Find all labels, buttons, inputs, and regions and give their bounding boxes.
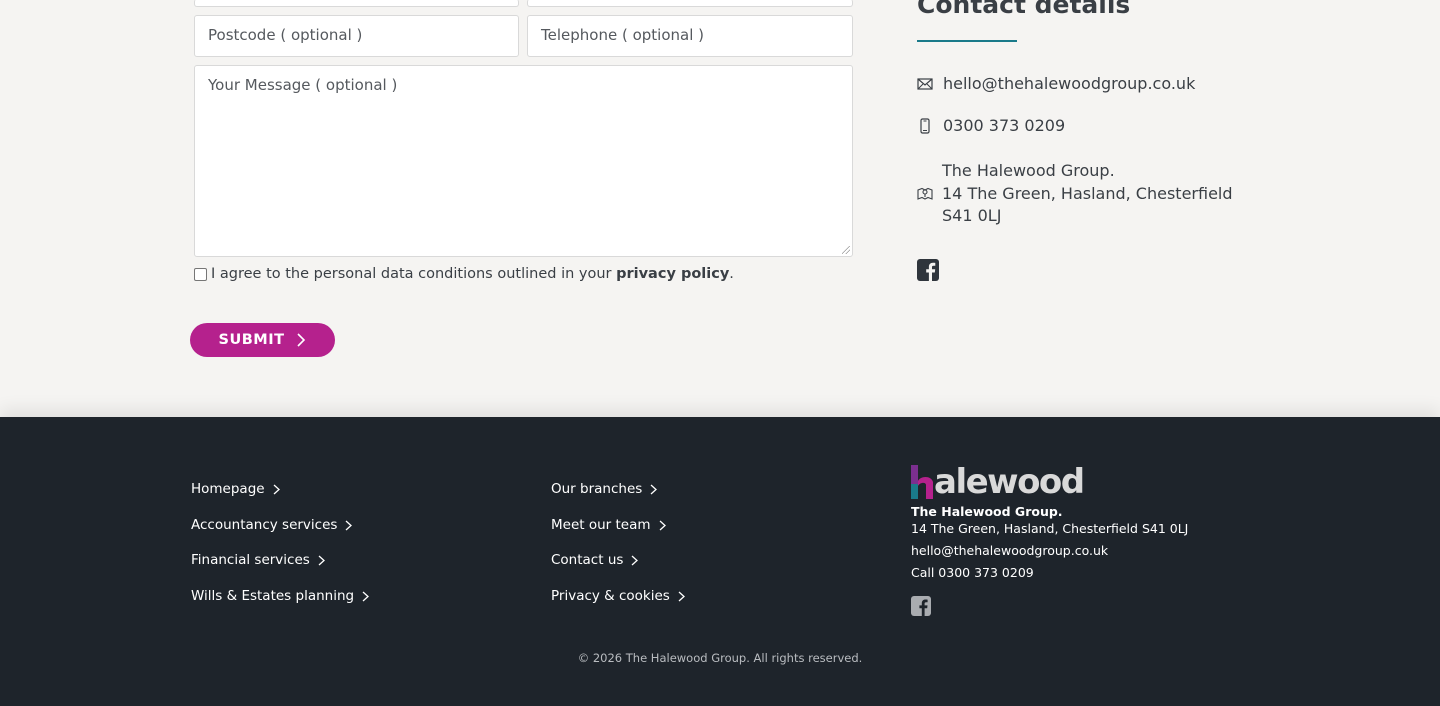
footer-link-homepage[interactable]: Homepage bbox=[191, 481, 280, 497]
footer-link-team[interactable]: Meet our team bbox=[551, 517, 666, 533]
address-line-2: 14 The Green, Hasland, Chesterfield bbox=[942, 183, 1233, 203]
submit-label: SUBMIT bbox=[218, 332, 285, 348]
chevron-right-icon bbox=[297, 333, 306, 347]
message-placeholder: Your Message ( optional ) bbox=[208, 76, 398, 94]
chevron-right-icon bbox=[362, 591, 370, 601]
chevron-right-icon bbox=[273, 484, 280, 494]
mobile-phone-icon bbox=[917, 117, 933, 134]
chevron-right-icon bbox=[678, 591, 685, 601]
footer-link-accountancy[interactable]: Accountancy services bbox=[191, 517, 353, 533]
footer-link-wills[interactable]: Wills & Estates planning bbox=[191, 588, 370, 604]
footer-email[interactable]: hello@thehalewoodgroup.co.uk bbox=[911, 543, 1108, 558]
chevron-right-icon bbox=[631, 555, 639, 565]
postcode-placeholder: Postcode ( optional ) bbox=[208, 26, 363, 44]
footer-link-financial[interactable]: Financial services bbox=[191, 552, 325, 568]
consent-text: I agree to the personal data conditions … bbox=[211, 266, 734, 282]
contact-form-section: Postcode ( optional ) Telephone ( option… bbox=[0, 0, 1440, 417]
contact-address: The Halewood Group. 14 The Green, Haslan… bbox=[942, 160, 1233, 228]
consent-row: I agree to the personal data conditions … bbox=[194, 266, 734, 282]
heading-underline bbox=[917, 40, 1017, 42]
consent-checkbox[interactable] bbox=[194, 267, 207, 281]
first-name-field-stub[interactable] bbox=[194, 0, 519, 7]
contact-email[interactable]: hello@thehalewoodgroup.co.uk bbox=[943, 74, 1195, 93]
facebook-square-icon[interactable] bbox=[917, 259, 939, 281]
footer-address: 14 The Green, Hasland, Chesterfield S41 … bbox=[911, 521, 1189, 536]
contact-email-row[interactable]: hello@thehalewoodgroup.co.uk bbox=[917, 74, 1195, 93]
footer-link-branches[interactable]: Our branches bbox=[551, 481, 658, 497]
envelope-icon bbox=[917, 76, 933, 92]
footer-phone[interactable]: Call 0300 373 0209 bbox=[911, 565, 1034, 580]
contact-details-heading: Contact details bbox=[917, 0, 1131, 19]
logo-wordmark: alewood bbox=[934, 462, 1085, 502]
footer-company-name: The Halewood Group. bbox=[911, 504, 1063, 519]
contact-phone-row[interactable]: 0300 373 0209 bbox=[917, 116, 1065, 135]
chevron-right-icon bbox=[650, 484, 658, 494]
map-location-icon bbox=[917, 187, 933, 200]
address-line-3: S41 0LJ bbox=[942, 206, 1002, 225]
footer-copyright: © 2026 The Halewood Group. All rights re… bbox=[577, 651, 863, 665]
submit-button[interactable]: SUBMIT bbox=[190, 323, 335, 357]
message-textarea[interactable]: Your Message ( optional ) bbox=[194, 65, 853, 257]
footer-link-privacy[interactable]: Privacy & cookies bbox=[551, 588, 685, 604]
chevron-right-icon bbox=[659, 520, 666, 530]
logo-h-mark bbox=[911, 465, 933, 499]
contact-phone[interactable]: 0300 373 0209 bbox=[943, 116, 1065, 135]
chevron-right-icon bbox=[318, 555, 325, 565]
telephone-placeholder: Telephone ( optional ) bbox=[541, 26, 704, 44]
postcode-field[interactable]: Postcode ( optional ) bbox=[194, 15, 519, 57]
facebook-square-icon[interactable] bbox=[911, 596, 931, 616]
resize-handle[interactable] bbox=[842, 246, 850, 254]
footer-link-contact[interactable]: Contact us bbox=[551, 552, 639, 568]
address-line-1: The Halewood Group. bbox=[942, 161, 1115, 180]
chevron-right-icon bbox=[346, 520, 353, 530]
halewood-logo[interactable]: alewood bbox=[911, 462, 1085, 502]
telephone-field[interactable]: Telephone ( optional ) bbox=[527, 15, 853, 57]
privacy-policy-link[interactable]: privacy policy bbox=[616, 266, 729, 282]
last-name-field-stub[interactable] bbox=[527, 0, 853, 7]
